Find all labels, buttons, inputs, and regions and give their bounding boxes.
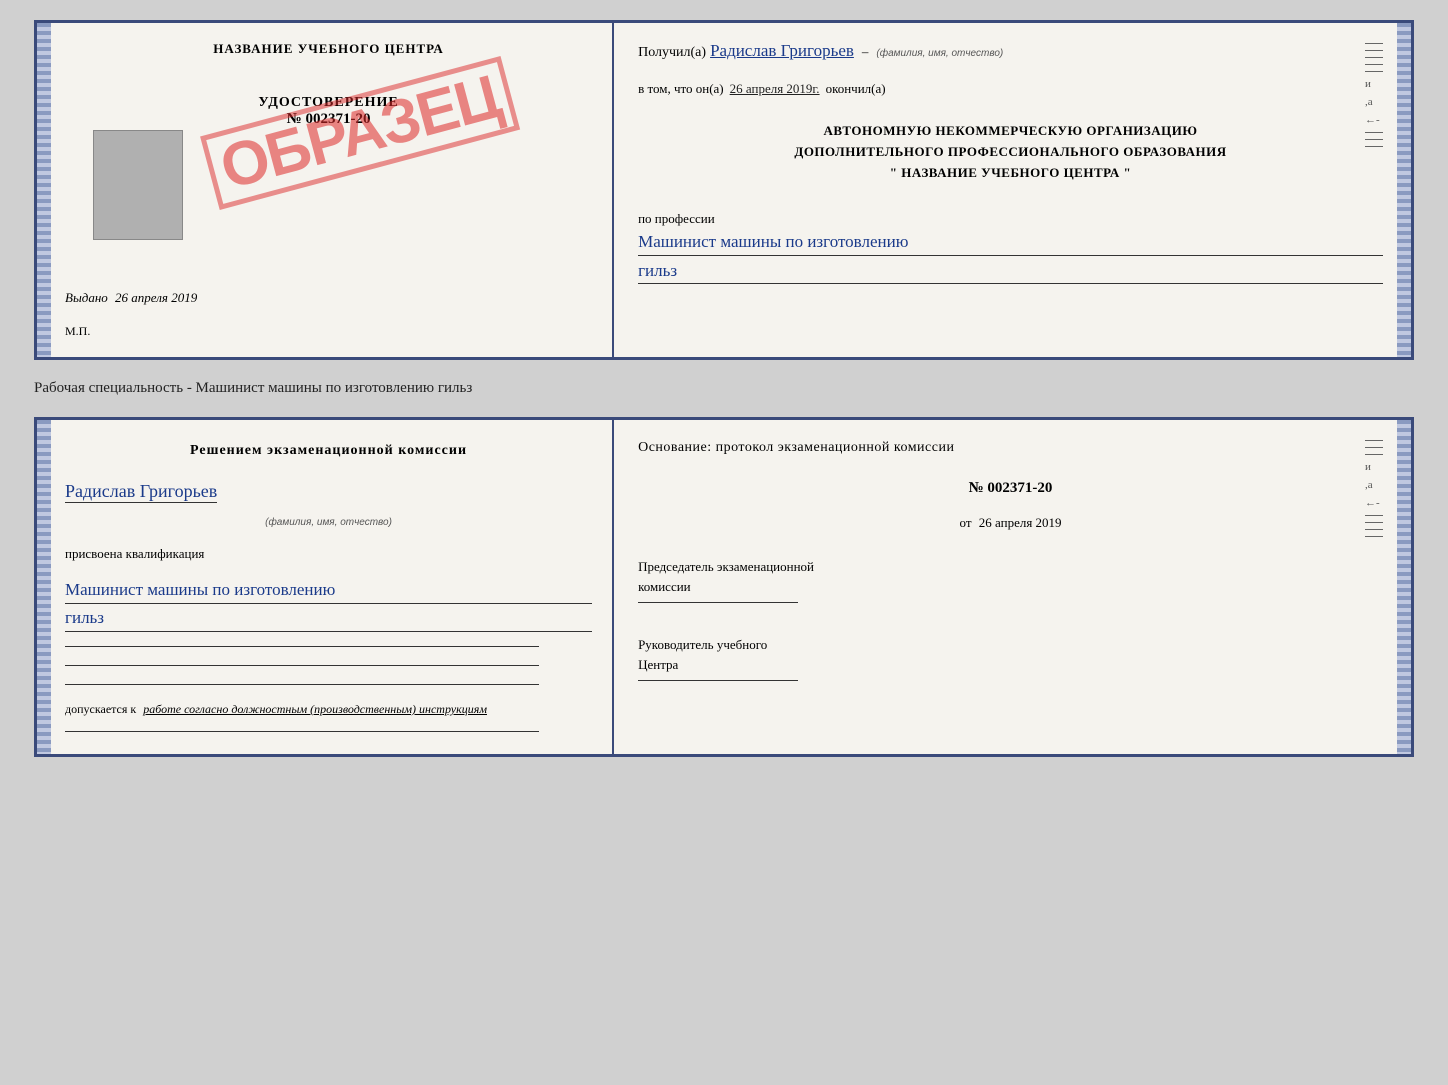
line-1 xyxy=(65,646,539,647)
fio-sublabel-top: (фамилия, имя, отчество) xyxy=(876,48,1003,59)
top-doc-right: и ,а ←- Получил(а) Радислав Григорьев – … xyxy=(614,23,1411,357)
poluchil-line: Получил(а) Радислав Григорьев – (фамилия… xyxy=(638,41,1383,61)
dash-1 xyxy=(1365,43,1383,44)
vtom-label: в том, что он(а) xyxy=(638,81,724,97)
dash-3 xyxy=(1365,57,1383,58)
rdash-6 xyxy=(1365,529,1383,530)
center-name: " НАЗВАНИЕ УЧЕБНОГО ЦЕНТРА " xyxy=(638,163,1383,184)
udostoverenie-block: УДОСТОВЕРЕНИЕ № 002371-20 xyxy=(258,95,398,128)
top-doc-left: НАЗВАНИЕ УЧЕБНОГО ЦЕНТРА УДОСТОВЕРЕНИЕ №… xyxy=(37,23,614,357)
rdash-1 xyxy=(1365,440,1383,441)
vtom-date: 26 апреля 2019г. xyxy=(730,81,820,97)
page-wrapper: НАЗВАНИЕ УЧЕБНОГО ЦЕНТРА УДОСТОВЕРЕНИЕ №… xyxy=(34,20,1414,757)
okonchil-label: окончил(а) xyxy=(826,81,886,97)
dash-after-fio: – xyxy=(862,44,869,60)
predsedatel-block: Председатель экзаменационной комиссии xyxy=(638,557,1383,609)
predsedatel-signature xyxy=(638,602,798,603)
top-left-title: НАЗВАНИЕ УЧЕБНОГО ЦЕНТРА xyxy=(65,41,592,57)
bottom-doc-left: Решением экзаменационной комиссии Радисл… xyxy=(37,420,614,754)
kvalif-line1: Машинист машины по изготовлению xyxy=(65,576,592,604)
rdash-a: ,а xyxy=(1365,479,1383,491)
line-2 xyxy=(65,665,539,666)
avtonom-line1: АВТОНОМНУЮ НЕКОММЕРЧЕСКУЮ ОРГАНИЗАЦИЮ xyxy=(638,121,1383,142)
resheniem-title: Решением экзаменационной комиссии xyxy=(65,440,592,461)
dash-arrow: ←- xyxy=(1365,114,1383,126)
vydano-line: Выдано 26 апреля 2019 xyxy=(65,290,592,306)
protocol-number: № 002371-20 xyxy=(638,480,1383,497)
osnovanie-title: Основание: протокол экзаменационной коми… xyxy=(638,440,1383,456)
po-professii-label: по профессии xyxy=(638,211,715,226)
dash-2 xyxy=(1365,50,1383,51)
rukovoditel-block: Руководитель учебного Центра xyxy=(638,635,1383,687)
rdash-5 xyxy=(1365,522,1383,523)
dash-6 xyxy=(1365,132,1383,133)
udostoverenie-label: УДОСТОВЕРЕНИЕ xyxy=(258,95,398,111)
fio-bottom-wrapper: Радислав Григорьев xyxy=(65,481,592,505)
vydano-label: Выдано xyxy=(65,290,108,305)
dash-4 xyxy=(1365,64,1383,65)
dopuskaetsya-block: допускается к работе согласно должностны… xyxy=(65,702,592,717)
dash-и: и xyxy=(1365,78,1383,90)
rukovoditel-line1: Руководитель учебного xyxy=(638,635,1383,655)
ot-date-value: 26 апреля 2019 xyxy=(979,515,1062,530)
bottom-doc-right: и ,а ←- Основание: протокол экзаменацион… xyxy=(614,420,1411,754)
fio-sub-bottom: (фамилия, имя, отчество) xyxy=(65,517,592,528)
bottom-document: Решением экзаменационной комиссии Радисл… xyxy=(34,417,1414,757)
rukovoditel-signature xyxy=(638,680,798,681)
obrazets-stamp: ОБРАЗЕЦ xyxy=(200,56,520,210)
dash-8 xyxy=(1365,146,1383,147)
poluchil-label: Получил(а) xyxy=(638,45,706,61)
specialty-line: Рабочая специальность - Машинист машины … xyxy=(34,372,1414,405)
dopuskaetsya-prefix: допускается к xyxy=(65,702,136,716)
rukovoditel-line2: Центра xyxy=(638,655,1383,675)
line-4 xyxy=(65,731,539,732)
ot-date-line: от 26 апреля 2019 xyxy=(638,515,1383,531)
rdash-4 xyxy=(1365,515,1383,516)
rdash-2 xyxy=(1365,447,1383,448)
dopuskaetsya-italic: работе согласно должностным (производств… xyxy=(143,702,487,716)
predsedatel-line2: комиссии xyxy=(638,577,1383,597)
mp-line: М.П. xyxy=(65,324,592,339)
vydano-date: 26 апреля 2019 xyxy=(115,290,197,305)
photo-placeholder xyxy=(93,130,183,240)
stamp-area: УДОСТОВЕРЕНИЕ № 002371-20 ОБРАЗЕЦ xyxy=(65,75,592,280)
right-side-dashes: и ,а ←- xyxy=(1365,440,1383,537)
rdash-и: и xyxy=(1365,461,1383,473)
vtom-line: в том, что он(а) 26 апреля 2019г. окончи… xyxy=(638,81,1383,97)
udostoverenie-number: № 002371-20 xyxy=(258,111,398,128)
rdash-3 xyxy=(1365,454,1383,455)
professiya-line1: Машинист машины по изготовлению xyxy=(638,229,1383,256)
kvalif-line2: гильз xyxy=(65,604,592,632)
dash-5 xyxy=(1365,71,1383,72)
rdash-arrow: ←- xyxy=(1365,497,1383,509)
rdash-7 xyxy=(1365,536,1383,537)
dash-a: ,а xyxy=(1365,96,1383,108)
professiya-line2: гильз xyxy=(638,258,1383,285)
ot-prefix: от xyxy=(960,515,972,530)
dash-7 xyxy=(1365,139,1383,140)
fio-bottom: Радислав Григорьев xyxy=(65,481,217,503)
kvalif-block: Машинист машины по изготовлению гильз xyxy=(65,576,592,632)
po-professii: по профессии Машинист машины по изготовл… xyxy=(638,211,1383,284)
fio-value-top: Радислав Григорьев xyxy=(710,41,854,61)
line-3 xyxy=(65,684,539,685)
avtonom-line2: ДОПОЛНИТЕЛЬНОГО ПРОФЕССИОНАЛЬНОГО ОБРАЗО… xyxy=(638,142,1383,163)
predsedatel-line1: Председатель экзаменационной xyxy=(638,557,1383,577)
right-dashes: и ,а ←- xyxy=(1365,43,1383,147)
avtonom-block: АВТОНОМНУЮ НЕКОММЕРЧЕСКУЮ ОРГАНИЗАЦИЮ ДО… xyxy=(638,121,1383,183)
prisvoena-text: присвоена квалификация xyxy=(65,546,592,562)
top-document: НАЗВАНИЕ УЧЕБНОГО ЦЕНТРА УДОСТОВЕРЕНИЕ №… xyxy=(34,20,1414,360)
